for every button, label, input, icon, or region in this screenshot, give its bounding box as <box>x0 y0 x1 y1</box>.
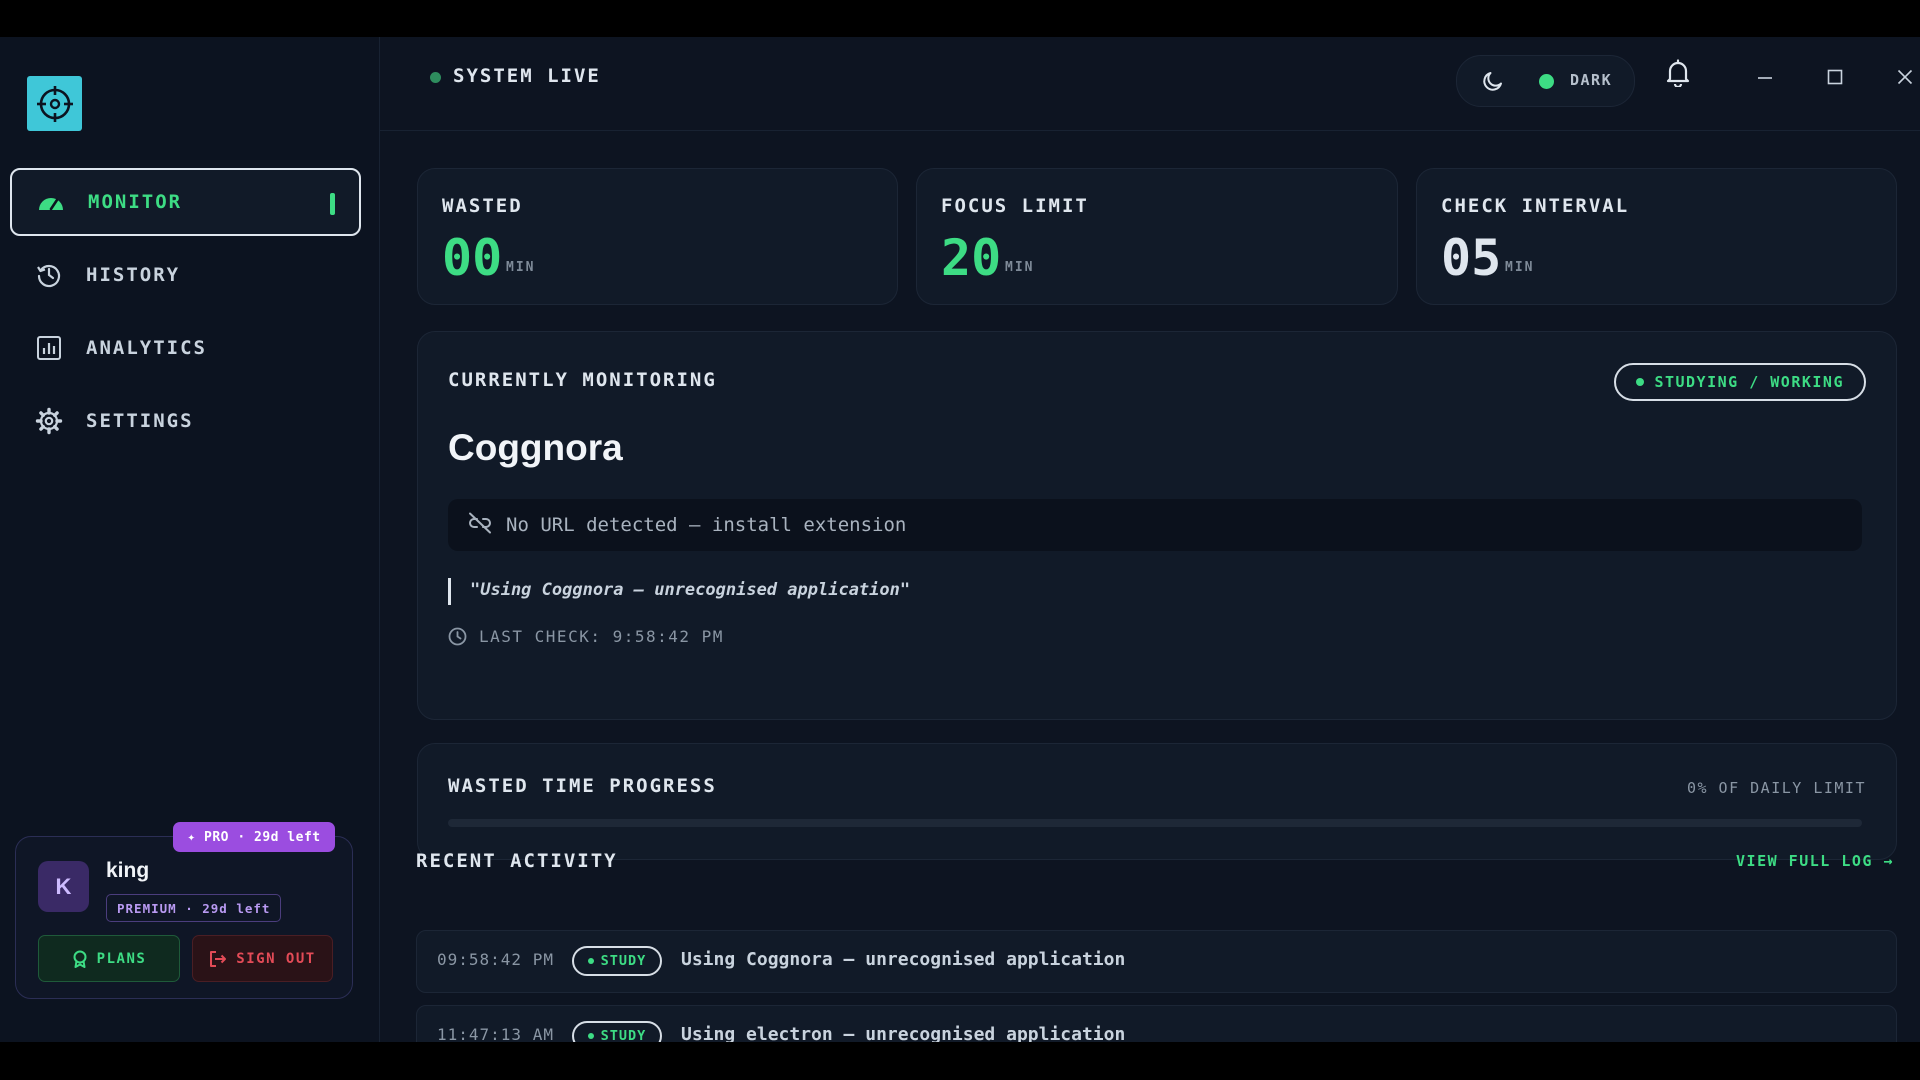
url-text: No URL detected — install extension <box>506 514 907 536</box>
gear-icon <box>34 406 64 436</box>
history-icon <box>34 260 64 290</box>
gauge-icon <box>36 187 66 217</box>
moon-icon <box>1481 69 1505 97</box>
stat-unit: MIN <box>1505 260 1535 275</box>
theme-status-dot <box>1539 74 1554 89</box>
stat-unit: MIN <box>506 260 536 275</box>
sidebar-item-label: SETTINGS <box>86 410 194 432</box>
status-dot <box>430 72 441 83</box>
user-card: K king PREMIUM · 29d left PLANS SIGN OUT <box>15 836 353 999</box>
stat-unit: MIN <box>1005 260 1035 275</box>
minimize-icon[interactable] <box>1752 64 1778 90</box>
activity-tag: STUDY <box>572 1021 662 1042</box>
last-check-text: LAST CHECK: 9:58:42 PM <box>479 627 724 646</box>
status-badge-label: STUDYING / WORKING <box>1654 373 1844 391</box>
sidebar-item-label: HISTORY <box>86 264 181 286</box>
award-icon <box>72 950 88 968</box>
status-badge: STUDYING / WORKING <box>1614 363 1866 401</box>
sign-out-button[interactable]: SIGN OUT <box>192 935 333 982</box>
activity-tag-label: STUDY <box>600 953 647 969</box>
close-icon[interactable] <box>1892 64 1918 90</box>
sidebar: MONITOR HISTORY ANALYTICS SETTINGS K kin… <box>0 37 380 1042</box>
quote-bar <box>448 578 451 605</box>
sidebar-item-settings[interactable]: SETTINGS <box>10 387 361 455</box>
bell-icon[interactable] <box>1665 59 1691 91</box>
active-indicator <box>330 193 335 215</box>
status-quote: "Using Coggnora — unrecognised applicati… <box>470 580 911 600</box>
progress-title: WASTED TIME PROGRESS <box>448 775 717 797</box>
activity-row[interactable]: 09:58:42 PM STUDY Using Coggnora — unrec… <box>416 930 1897 993</box>
status-dot <box>1636 378 1645 386</box>
stat-label: FOCUS LIMIT <box>941 195 1089 217</box>
progress-percent: 0% OF DAILY LIMIT <box>1686 779 1866 797</box>
last-check: LAST CHECK: 9:58:42 PM <box>448 627 724 646</box>
stat-card-focus-limit: FOCUS LIMIT 20 MIN <box>916 168 1398 305</box>
tag-dot <box>587 1033 594 1039</box>
plans-label: PLANS <box>96 950 147 967</box>
clock-icon <box>448 627 467 646</box>
avatar[interactable]: K <box>38 861 89 912</box>
link-off-icon <box>468 512 492 538</box>
app-logo[interactable] <box>27 76 82 131</box>
monitoring-card: CURRENTLY MONITORING STUDYING / WORKING … <box>417 331 1897 720</box>
stat-value: 20 <box>941 229 1002 287</box>
plans-button[interactable]: PLANS <box>38 935 180 982</box>
activity-tag-label: STUDY <box>600 1028 647 1042</box>
progress-card: WASTED TIME PROGRESS 0% OF DAILY LIMIT <box>417 743 1897 860</box>
crosshair-icon <box>36 85 73 122</box>
stat-label: WASTED <box>442 195 523 217</box>
sign-out-label: SIGN OUT <box>236 950 316 967</box>
stat-value: 00 <box>442 229 503 287</box>
premium-badge: PREMIUM · 29d left <box>106 894 282 922</box>
activity-description: Using electron — unrecognised applicatio… <box>681 1024 1126 1042</box>
monitoring-title: CURRENTLY MONITORING <box>448 369 717 391</box>
activity-time: 11:47:13 AM <box>437 1025 554 1042</box>
theme-label: DARK <box>1570 71 1613 89</box>
activity-title: RECENT ACTIVITY <box>416 850 618 872</box>
stat-card-check-interval: CHECK INTERVAL 05 MIN <box>1416 168 1897 305</box>
stat-label: CHECK INTERVAL <box>1441 195 1630 217</box>
sidebar-item-analytics[interactable]: ANALYTICS <box>10 314 361 382</box>
view-full-log-link[interactable]: VIEW FULL LOG → <box>1736 852 1894 870</box>
tag-dot <box>587 958 594 964</box>
system-status: SYSTEM LIVE <box>453 65 601 87</box>
stat-value: 05 <box>1441 229 1502 287</box>
pro-badge: ✦ PRO · 29d left <box>173 822 335 852</box>
logout-icon <box>209 950 227 968</box>
url-bar: No URL detected — install extension <box>448 499 1862 551</box>
maximize-icon[interactable] <box>1822 64 1848 90</box>
progress-bar <box>448 819 1862 827</box>
activity-description: Using Coggnora — unrecognised applicatio… <box>681 949 1126 970</box>
analytics-icon <box>34 333 64 363</box>
activity-tag: STUDY <box>572 946 662 976</box>
sidebar-item-monitor[interactable]: MONITOR <box>10 168 361 236</box>
activity-time: 09:58:42 PM <box>437 950 554 969</box>
sidebar-item-history[interactable]: HISTORY <box>10 241 361 309</box>
app-window: MONITOR HISTORY ANALYTICS SETTINGS K kin… <box>0 37 1920 1042</box>
header: SYSTEM LIVE DARK <box>380 37 1920 131</box>
stat-card-wasted: WASTED 00 MIN <box>417 168 898 305</box>
theme-toggle[interactable]: DARK <box>1456 55 1635 107</box>
app-name: Coggnora <box>448 427 623 468</box>
activity-row[interactable]: 11:47:13 AM STUDY Using electron — unrec… <box>416 1005 1897 1042</box>
username: king <box>106 859 150 882</box>
sidebar-item-label: MONITOR <box>88 191 183 213</box>
sidebar-item-label: ANALYTICS <box>86 337 207 359</box>
